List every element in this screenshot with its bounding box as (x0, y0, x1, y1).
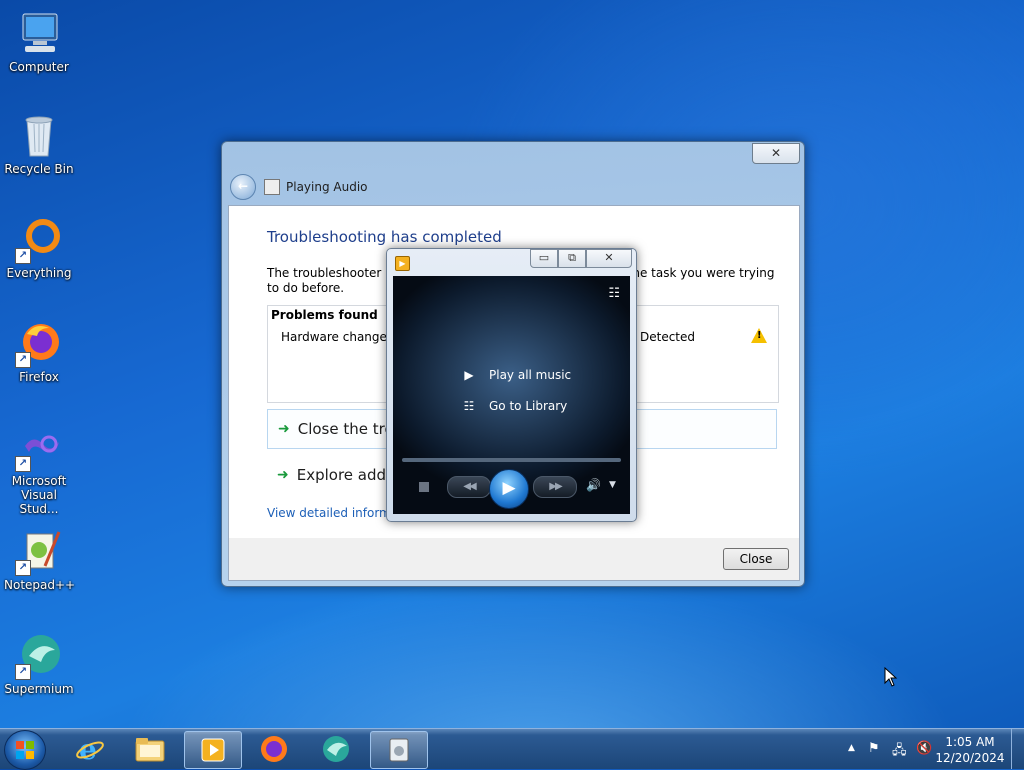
desktop-icon-visual-studio[interactable]: ↗ Microsoft Visual Stud... (4, 424, 74, 516)
previous-button[interactable]: ◀◀ (447, 476, 491, 498)
volume-dropdown-icon[interactable]: ▼ (609, 480, 616, 490)
notepad-plus-plus-icon: ↗ (15, 528, 63, 576)
description-right: g the task you were trying (616, 266, 775, 280)
library-icon: ☷ (463, 399, 475, 413)
next-button[interactable]: ▶▶ (533, 476, 577, 498)
problem-status: Detected (640, 330, 696, 344)
clock-time: 1:05 AM (945, 735, 995, 749)
close-button[interactable]: ✕ (586, 249, 632, 268)
taskbar-firefox[interactable] (246, 731, 302, 767)
play-button[interactable]: ▶ (489, 469, 529, 509)
seek-bar[interactable] (402, 458, 621, 462)
restore-button[interactable]: ⧉ (558, 249, 586, 268)
action-center-flag-icon[interactable]: ⚑ (868, 741, 880, 756)
desktop-icon-recycle-bin[interactable]: Recycle Bin (4, 112, 74, 176)
taskbar-file-explorer[interactable] (122, 731, 178, 767)
taskbar-troubleshooter[interactable] (370, 731, 428, 769)
option-label: Close the tro (297, 420, 394, 438)
media-player-screen: ☷ ▶ Play all music ☷ Go to Library ◀◀ ▶ … (393, 276, 630, 514)
play-icon: ▶ (464, 368, 474, 382)
close-button[interactable]: Close (723, 548, 789, 570)
firefox-icon: ↗ (15, 320, 63, 368)
taskbar-internet-explorer[interactable]: e (62, 731, 118, 767)
network-icon[interactable]: 🖧 (892, 741, 907, 763)
visual-studio-icon: ↗ (15, 424, 63, 472)
desktop-icon-firefox[interactable]: ↗ Firefox (4, 320, 74, 384)
shortcut-arrow-icon: ↗ (15, 248, 31, 264)
window-title: Playing Audio (286, 180, 368, 194)
everything-icon: ↗ (15, 216, 63, 264)
volume-icon[interactable]: 🔊 (586, 478, 601, 492)
back-arrow-icon[interactable]: ← (230, 174, 256, 200)
show-hidden-icons-icon[interactable]: ▲ (848, 743, 855, 753)
problem-item: Hardware changes r (281, 330, 402, 344)
media-player-icon: ▶ (395, 256, 410, 271)
show-desktop-button[interactable] (1011, 729, 1024, 769)
play-all-music-button[interactable]: ▶ Play all music (459, 368, 571, 382)
troubleshooter-icon (389, 738, 409, 762)
problems-header: Problems found (271, 308, 378, 322)
shortcut-arrow-icon: ↗ (15, 352, 31, 368)
volume-muted-icon[interactable]: 🔇 (916, 741, 932, 756)
go-to-library-label: Go to Library (489, 399, 568, 413)
system-tray: ▲ ⚑ 🖧 🔇 1:05 AM 12/20/2024 (834, 729, 1024, 769)
green-arrow-icon: ➜ (277, 467, 289, 483)
desktop-icon-supermium[interactable]: ↗ Supermium (4, 632, 74, 696)
switch-to-library-icon[interactable]: ☷ (608, 286, 620, 301)
recycle-bin-icon (15, 112, 63, 160)
desktop-icon-notepad-plus-plus[interactable]: ↗ Notepad++ (4, 528, 76, 592)
desktop-icon-everything[interactable]: ↗ Everything (4, 216, 74, 280)
mouse-cursor-icon (884, 667, 898, 687)
speaker-icon (264, 179, 280, 195)
windows-logo-icon (16, 741, 34, 759)
shortcut-arrow-icon: ↗ (15, 456, 31, 472)
desktop-icon-label: Supermium (4, 682, 74, 696)
description-left: The troubleshooter ma (267, 266, 405, 280)
play-all-label: Play all music (489, 368, 572, 382)
computer-icon (15, 10, 63, 58)
desktop-icon-label: Notepad++ (4, 578, 76, 592)
page-title: Troubleshooting has completed (267, 228, 502, 246)
internet-explorer-icon: e (76, 734, 104, 764)
go-to-library-button[interactable]: ☷ Go to Library (459, 399, 568, 413)
taskbar: e ▲ ⚑ 🖧 🔇 1:05 AM 12/20/2024 (0, 728, 1024, 770)
desktop-icon-label: Microsoft Visual Stud... (11, 474, 67, 516)
warning-icon: ! (751, 328, 767, 343)
folder-icon (135, 738, 165, 762)
window-nav: ← Playing Audio (230, 174, 368, 200)
desktop-icon-label: Recycle Bin (4, 162, 74, 176)
desktop-icon-label: Computer (9, 60, 69, 74)
start-button[interactable] (4, 730, 46, 770)
stop-button[interactable] (419, 482, 429, 492)
view-detailed-information-link[interactable]: View detailed informat (267, 506, 403, 520)
supermium-icon (323, 736, 349, 762)
firefox-icon (261, 736, 287, 762)
desktop-icon-label: Everything (6, 266, 72, 280)
window-footer: Close (228, 538, 800, 581)
window-controls: ▭ ⧉ ✕ (530, 249, 632, 268)
option-label: Explore addi (296, 466, 391, 484)
taskbar-supermium[interactable] (308, 731, 364, 767)
shortcut-arrow-icon: ↗ (15, 664, 31, 680)
window-close-button[interactable]: ✕ (752, 143, 800, 164)
supermium-icon: ↗ (15, 632, 63, 680)
green-arrow-icon: ➜ (278, 421, 290, 437)
desktop-icon-computer[interactable]: Computer (4, 10, 74, 74)
description-line2: to do before. (267, 281, 345, 295)
transport-controls: ◀◀ ▶ ▶▶ 🔊 ▼ (393, 469, 630, 509)
media-player-icon (201, 738, 225, 762)
taskbar-media-player[interactable] (184, 731, 242, 769)
clock-date: 12/20/2024 (935, 751, 1005, 765)
minimize-button[interactable]: ▭ (530, 249, 558, 268)
desktop-icon-label: Firefox (19, 370, 59, 384)
media-player-window: ▶ ▭ ⧉ ✕ ☷ ▶ Play all music ☷ Go to Libra… (386, 248, 637, 522)
clock[interactable]: 1:05 AM 12/20/2024 (934, 734, 1006, 766)
shortcut-arrow-icon: ↗ (15, 560, 31, 576)
